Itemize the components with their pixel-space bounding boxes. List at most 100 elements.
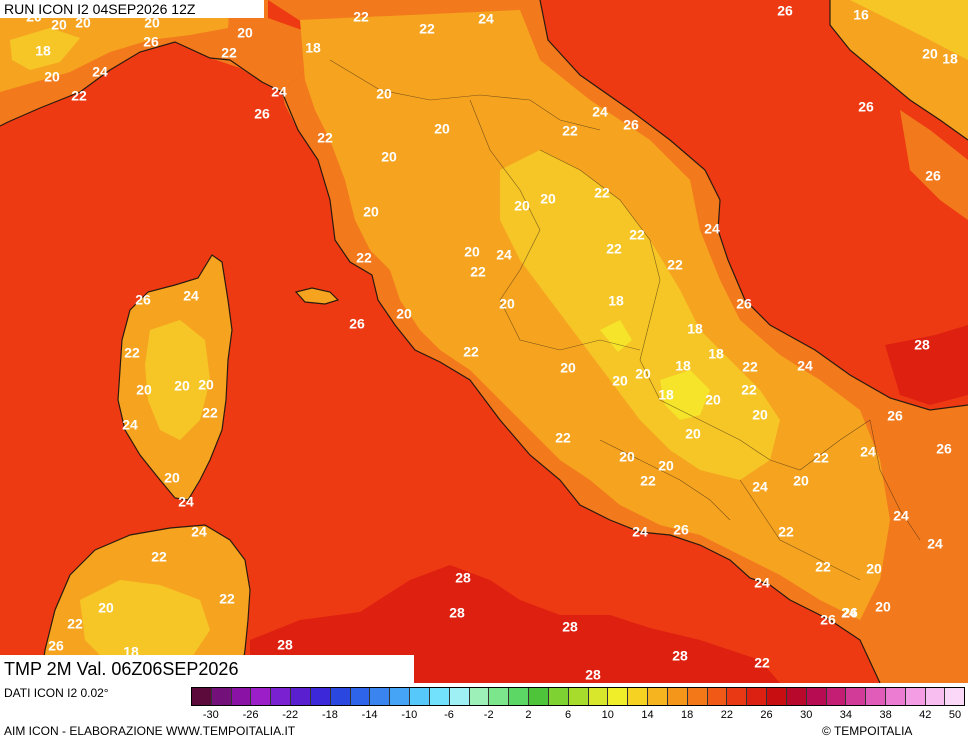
- temperature-map: 2020202022222426161826201822201820242224…: [0, 0, 968, 683]
- run-title: RUN ICON I2 04SEP2026 12Z: [0, 0, 264, 18]
- color-scale-tick-label: 34: [839, 709, 853, 721]
- temperature-value-label: 26: [736, 296, 752, 312]
- temperature-value-label: 18: [942, 51, 958, 67]
- color-scale-swatch: [866, 688, 886, 705]
- color-scale-bar: [191, 687, 965, 706]
- color-scale-tick-label: -2: [483, 709, 494, 721]
- color-scale-tick-label: 6: [565, 709, 572, 721]
- temperature-value-label: 26: [858, 99, 874, 115]
- color-scale-tick-label: 14: [641, 709, 654, 721]
- temperature-value-label: 24: [271, 84, 287, 100]
- temperature-value-label: 20: [560, 360, 576, 376]
- temperature-value-label: 26: [135, 292, 151, 308]
- temperature-value-label: 24: [122, 417, 138, 433]
- temperature-value-label: 24: [797, 358, 813, 374]
- temperature-value-label: 22: [813, 450, 829, 466]
- temperature-value-label: 20: [198, 377, 214, 393]
- temperature-value-label: 22: [419, 21, 435, 37]
- color-scale-tick-label: 18: [681, 709, 694, 721]
- temperature-value-label: 24: [191, 524, 207, 540]
- temperature-value-label: 20: [540, 191, 556, 207]
- temperature-value-label: 22: [741, 382, 757, 398]
- color-scale-tick-label: 50: [948, 709, 962, 721]
- temperature-value-label: 24: [632, 524, 648, 540]
- temperature-value-label: 20: [705, 392, 721, 408]
- temperature-value-label: 26: [623, 117, 639, 133]
- temperature-value-label: 26: [925, 168, 941, 184]
- color-scale-swatch: [310, 688, 331, 705]
- color-scale-swatch: [608, 688, 629, 705]
- color-scale-swatch: [727, 688, 748, 705]
- color-scale-swatch: [707, 688, 728, 705]
- temperature-value-label: 20: [44, 69, 60, 85]
- temperature-value-label: 22: [815, 559, 831, 575]
- color-scale-swatch: [905, 688, 926, 705]
- temperature-value-label: 24: [841, 605, 857, 621]
- temperature-value-label: 20: [464, 244, 480, 260]
- temperature-value-label: 26: [143, 34, 159, 50]
- temperature-value-label: 22: [353, 9, 369, 25]
- color-scale-swatch: [251, 688, 272, 705]
- temperature-value-label: 20: [875, 599, 891, 615]
- temperature-value-label: 24: [478, 11, 494, 27]
- temperature-value-label: 28: [455, 570, 471, 586]
- temperature-value-label: 24: [92, 64, 108, 80]
- color-scale-tick-label: -30: [202, 709, 219, 721]
- color-scale-swatch: [489, 688, 510, 705]
- color-scale-tick-label: -18: [321, 709, 338, 721]
- color-scale-swatch: [628, 688, 649, 705]
- temperature-value-label: 20: [363, 204, 379, 220]
- color-scale-swatch: [271, 688, 292, 705]
- temperature-value-label: 24: [496, 247, 512, 263]
- temperature-value-label: 18: [708, 346, 724, 362]
- temperature-value-label: 26: [887, 408, 903, 424]
- color-scale-swatch: [211, 688, 232, 705]
- color-scale-swatch: [925, 688, 946, 705]
- color-scale-swatch: [390, 688, 411, 705]
- color-scale-tick-label: 42: [919, 709, 932, 721]
- color-scale-tick-label: 38: [879, 709, 892, 721]
- color-scale-swatch: [509, 688, 530, 705]
- temperature-value-label: 28: [672, 648, 688, 664]
- color-scale-swatch: [429, 688, 450, 705]
- temperature-value-label: 18: [35, 43, 51, 59]
- temperature-value-label: 28: [914, 337, 930, 353]
- color-scale-tick-label: 22: [720, 709, 733, 721]
- temperature-value-label: 22: [67, 616, 83, 632]
- temperature-value-label: 20: [619, 449, 635, 465]
- temperature-value-label: 22: [640, 473, 656, 489]
- color-scale-swatch: [330, 688, 351, 705]
- temperature-value-label: 22: [470, 264, 486, 280]
- color-scale-tick-label: 2: [525, 709, 532, 721]
- temperature-value-label: 26: [254, 106, 270, 122]
- temperature-value-label: 22: [463, 344, 479, 360]
- temperature-value-label: 20: [164, 470, 180, 486]
- temperature-value-label: 22: [202, 405, 218, 421]
- color-scale-tick-label: -6: [444, 709, 454, 721]
- color-scale-swatch: [231, 688, 252, 705]
- temperature-value-label: 20: [922, 46, 938, 62]
- color-scale-swatch: [786, 688, 807, 705]
- temperature-value-label: 18: [687, 321, 703, 337]
- color-scale-swatch: [568, 688, 589, 705]
- temperature-value-label: 22: [778, 524, 794, 540]
- temperature-value-label: 20: [98, 600, 114, 616]
- temperature-value-label: 20: [612, 373, 628, 389]
- temperature-value-label: 18: [658, 387, 674, 403]
- temperature-value-label: 22: [219, 591, 235, 607]
- color-scale-swatch: [350, 688, 371, 705]
- temperature-value-label: 20: [136, 382, 152, 398]
- temperature-value-label: 20: [381, 149, 397, 165]
- temperature-value-label: 26: [349, 316, 365, 332]
- temperature-value-label: 16: [853, 7, 869, 23]
- temperature-value-label: 20: [499, 296, 515, 312]
- temperature-value-label: 20: [237, 25, 253, 41]
- color-scale-swatch: [529, 688, 549, 705]
- temperature-value-label: 18: [608, 293, 624, 309]
- color-scale-swatch: [687, 688, 708, 705]
- color-scale-swatch: [370, 688, 391, 705]
- temperature-value-label: 20: [174, 378, 190, 394]
- temperature-value-label: 24: [704, 221, 720, 237]
- temperature-value-label: 24: [592, 104, 608, 120]
- temperature-value-label: 22: [124, 345, 140, 361]
